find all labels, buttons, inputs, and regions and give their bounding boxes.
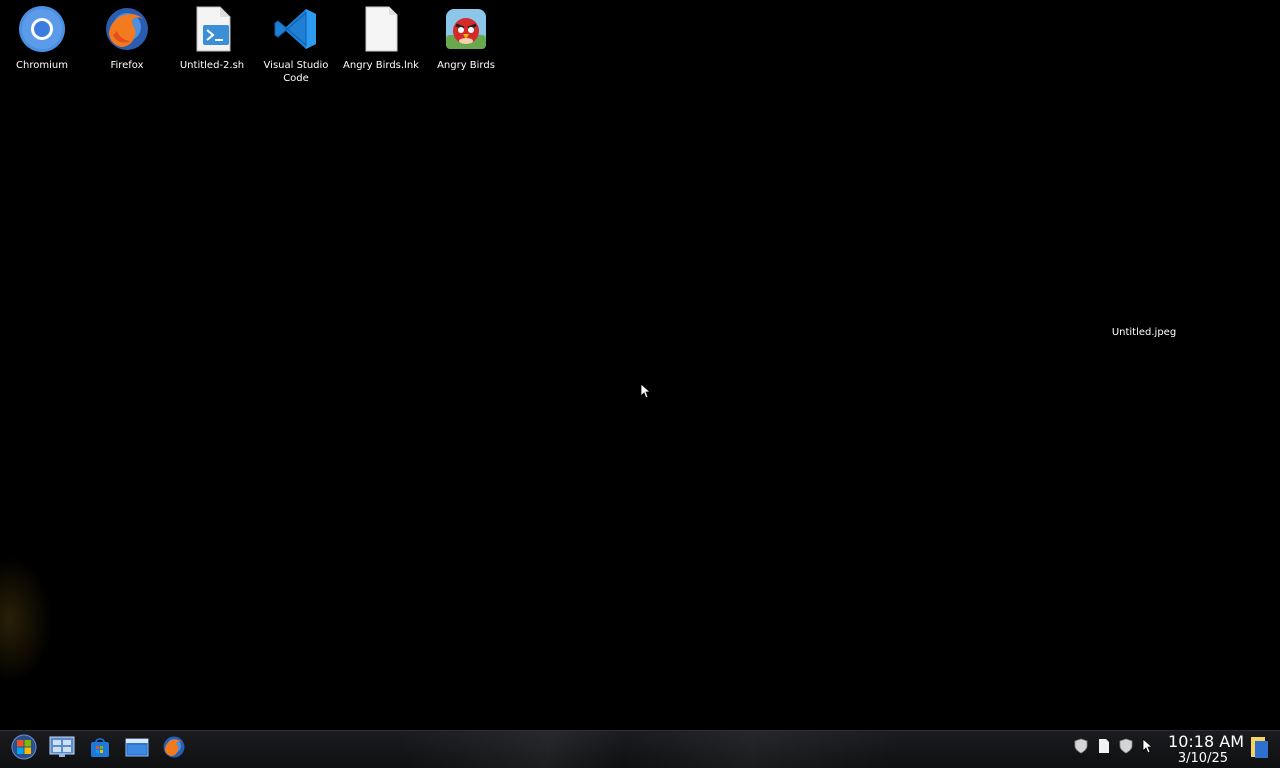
desktop-icon-vscode[interactable]: Visual Studio Code (254, 0, 338, 85)
desktop-switcher-icon (49, 736, 75, 762)
desktop-icon-label: Visual Studio Code (263, 60, 329, 84)
start-menu-icon (11, 734, 37, 764)
taskbar-file-manager-button[interactable] (121, 734, 153, 764)
desktop-file-label-untitled-jpeg[interactable]: Untitled.jpeg (1104, 327, 1184, 338)
blank-file-icon (357, 5, 405, 53)
show-desktop-button[interactable] (1248, 735, 1270, 763)
desktop-icon-firefox[interactable]: Firefox (85, 0, 169, 72)
desktop-icon-chromium[interactable]: Chromium (0, 0, 84, 72)
desktop-icon-untitled-sh[interactable]: Untitled-2.sh (170, 0, 254, 72)
angry-birds-icon (442, 5, 490, 53)
tray-shield-button-2[interactable] (1117, 738, 1135, 758)
taskbar-clock[interactable]: 10:18 AM 3/10/25 (1160, 732, 1244, 766)
firefox-icon (162, 735, 186, 763)
cursor-icon (1142, 738, 1154, 758)
desktop-icon-angry-birds-lnk[interactable]: Angry Birds.lnk (339, 0, 423, 72)
desktop-icon-label: Angry Birds.lnk (343, 60, 419, 71)
taskbar-desktop-switcher-button[interactable] (46, 734, 78, 764)
taskbar-shine (400, 731, 900, 768)
desktop-icon-label: Untitled-2.sh (179, 60, 245, 71)
taskbar: 10:18 AM 3/10/25 (0, 730, 1280, 768)
desktop[interactable]: Chromium Firefox Untitled-2.sh Visual St… (0, 0, 1280, 730)
desktop-icon-label: Firefox (110, 60, 144, 71)
firefox-icon (103, 5, 151, 53)
start-button[interactable] (8, 734, 40, 764)
file-manager-icon (125, 737, 149, 761)
mouse-cursor-icon (640, 383, 652, 403)
desktop-icon-label: Angry Birds (437, 60, 495, 71)
taskbar-store-button[interactable] (84, 734, 116, 764)
vscode-icon (272, 5, 320, 53)
document-icon (1097, 738, 1111, 758)
clock-time: 10:18 AM (1168, 732, 1244, 751)
store-bag-icon (89, 736, 111, 762)
chromium-icon (18, 5, 66, 53)
taskbar-firefox-button[interactable] (158, 734, 190, 764)
shield-icon (1118, 738, 1134, 758)
tray-shield-button[interactable] (1072, 738, 1090, 758)
desktop-icon-angry-birds[interactable]: Angry Birds (424, 0, 508, 72)
shell-script-icon (188, 5, 236, 53)
tray-pointer-button[interactable] (1138, 738, 1156, 758)
folder-note-icon (1249, 735, 1269, 763)
desktop-icon-label: Chromium (16, 60, 68, 71)
shield-icon (1073, 738, 1089, 758)
tray-document-button[interactable] (1095, 739, 1113, 757)
clock-date: 3/10/25 (1177, 751, 1228, 766)
